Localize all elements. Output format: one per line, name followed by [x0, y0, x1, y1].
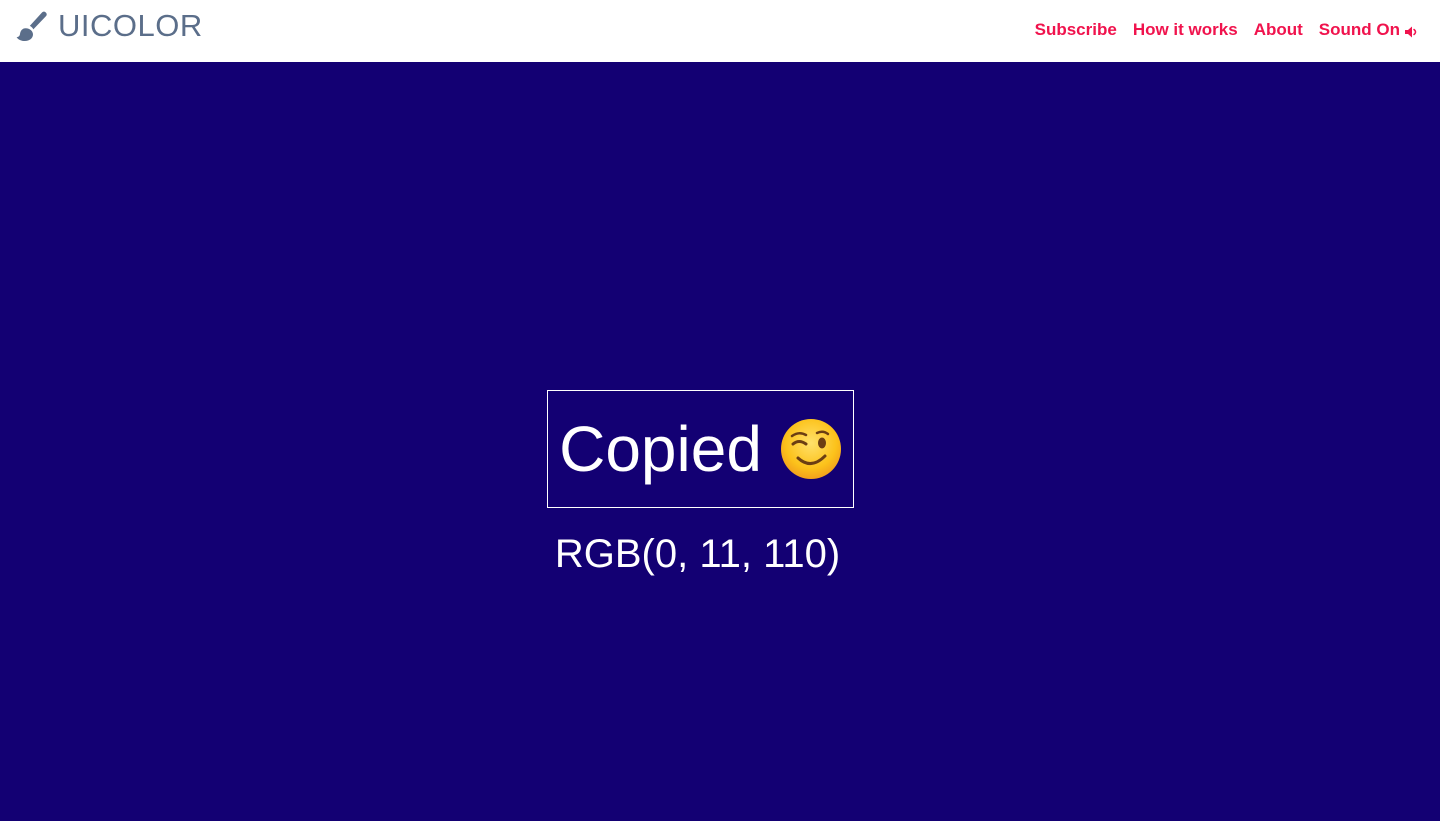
logo-link[interactable]: UICOLOR — [16, 8, 203, 44]
rgb-value: RGB(0, 11, 110) — [554, 532, 841, 576]
nav-about-link[interactable]: About — [1254, 19, 1303, 41]
sound-toggle-label: Sound On — [1318, 20, 1400, 39]
nav-subscribe-link[interactable]: Subscribe — [1035, 19, 1117, 41]
color-panel[interactable]: Copied RGB(0, 11, 110) — [0, 62, 1440, 821]
copied-box[interactable]: Copied — [547, 390, 854, 508]
copied-label: Copied — [559, 413, 762, 485]
speaker-icon — [1404, 23, 1418, 38]
nav-how-it-works-link[interactable]: How it works — [1133, 19, 1238, 41]
paintbrush-icon — [16, 10, 48, 42]
sound-toggle-link[interactable]: Sound On — [1319, 19, 1418, 41]
logo-text: UICOLOR — [58, 8, 203, 43]
top-nav: Subscribe How it works About Sound On — [1019, 19, 1418, 41]
winking-face-icon — [780, 418, 842, 480]
top-header: UICOLOR Subscribe How it works About Sou… — [0, 0, 1440, 62]
